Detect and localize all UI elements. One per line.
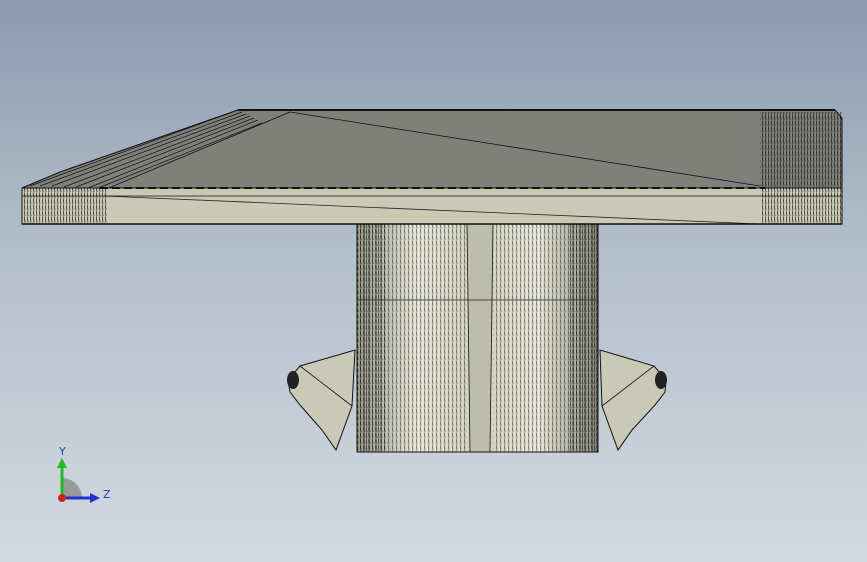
clip-wing-right[interactable] — [599, 349, 667, 452]
orientation-triad: Y Z — [57, 445, 111, 503]
clip-wing-left[interactable] — [287, 349, 356, 452]
stem-body[interactable] — [356, 223, 599, 453]
graphics-viewport[interactable]: Y Z — [0, 0, 867, 562]
triad-quadrant — [62, 478, 82, 498]
cap-top-face[interactable] — [21, 109, 843, 197]
triad-z-label: Z — [103, 488, 111, 501]
triad-y-arrow-icon — [57, 458, 67, 468]
model-view[interactable]: Y Z — [0, 0, 867, 562]
cap-front-band[interactable] — [21, 187, 843, 225]
triad-y-label: Y — [58, 445, 66, 458]
triad-z-arrow-icon — [90, 493, 100, 503]
triad-x-axis-dot — [58, 494, 66, 502]
